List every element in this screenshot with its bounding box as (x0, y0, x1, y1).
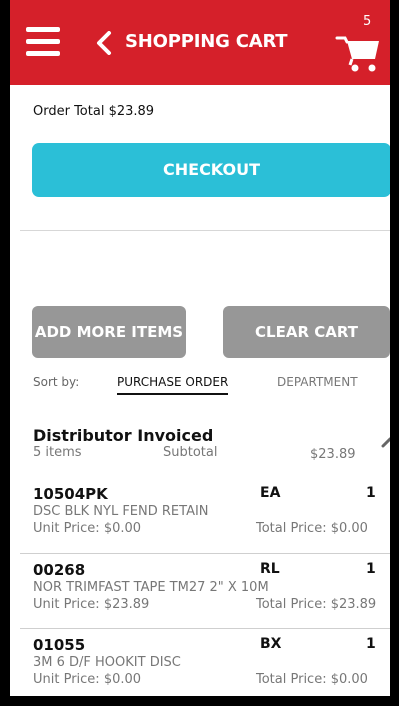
order-total: Order Total $23.89 (33, 104, 155, 119)
item-uom: EA (260, 485, 281, 501)
group-title: Distributor Invoiced (33, 426, 214, 445)
device-frame-right (390, 0, 399, 706)
shopping-cart-screen: SHOPPING CART 5 Order Total $23.89 CHECK… (10, 0, 390, 696)
back-chevron-icon[interactable] (94, 31, 114, 55)
menu-icon[interactable] (26, 27, 60, 57)
cart-icon (335, 36, 379, 72)
item-quantity: 1 (366, 485, 376, 501)
item-quantity: 1 (366, 636, 376, 652)
item-quantity: 1 (366, 561, 376, 577)
item-uom: BX (260, 636, 282, 652)
cart-count-badge: 5 (363, 14, 372, 29)
group-subtotal-value: $23.89 (310, 447, 356, 462)
group-item-count: 5 items (33, 445, 82, 460)
cart-item[interactable]: 00268 RL 1 NOR TRIMFAST TAPE TM27 2" X 1… (20, 561, 390, 623)
chevron-up-icon[interactable] (381, 436, 390, 448)
checkout-button[interactable]: CHECKOUT (32, 143, 390, 197)
cart-item[interactable]: 10504PK EA 1 DSC BLK NYL FEND RETAIN Uni… (20, 485, 390, 547)
item-divider (20, 628, 390, 629)
item-description: DSC BLK NYL FEND RETAIN (33, 504, 209, 519)
item-total-price: Total Price: $0.00 (256, 672, 368, 687)
sort-option-department[interactable]: DEPARTMENT (277, 375, 358, 389)
item-total-price: Total Price: $23.89 (256, 597, 377, 612)
sort-option-purchase-order[interactable]: PURCHASE ORDER (117, 375, 229, 395)
app-header: SHOPPING CART 5 (10, 0, 390, 85)
sort-by-label: Sort by: (33, 375, 80, 389)
item-uom: RL (260, 561, 280, 577)
item-unit-price: Unit Price: $23.89 (33, 597, 150, 612)
device-frame-bottom (0, 696, 399, 706)
item-unit-price: Unit Price: $0.00 (33, 672, 142, 687)
clear-cart-button[interactable]: CLEAR CART (223, 306, 390, 358)
device-frame-left (0, 0, 10, 706)
add-more-items-button[interactable]: ADD MORE ITEMS (32, 306, 186, 358)
item-sku: 01055 (33, 636, 86, 654)
item-description: NOR TRIMFAST TAPE TM27 2" X 10M (33, 580, 269, 595)
item-unit-price: Unit Price: $0.00 (33, 521, 142, 536)
divider (20, 230, 390, 231)
item-divider (20, 553, 390, 554)
item-total-price: Total Price: $0.00 (256, 521, 368, 536)
item-sku: 00268 (33, 561, 86, 579)
cart-button[interactable]: 5 (335, 14, 385, 74)
group-subtotal-label: Subtotal (163, 445, 218, 460)
page-title: SHOPPING CART (125, 31, 288, 52)
item-description: 3M 6 D/F HOOKIT DISC (33, 655, 181, 670)
item-sku: 10504PK (33, 485, 108, 503)
cart-item[interactable]: 01055 BX 1 3M 6 D/F HOOKIT DISC Unit Pri… (20, 636, 390, 696)
